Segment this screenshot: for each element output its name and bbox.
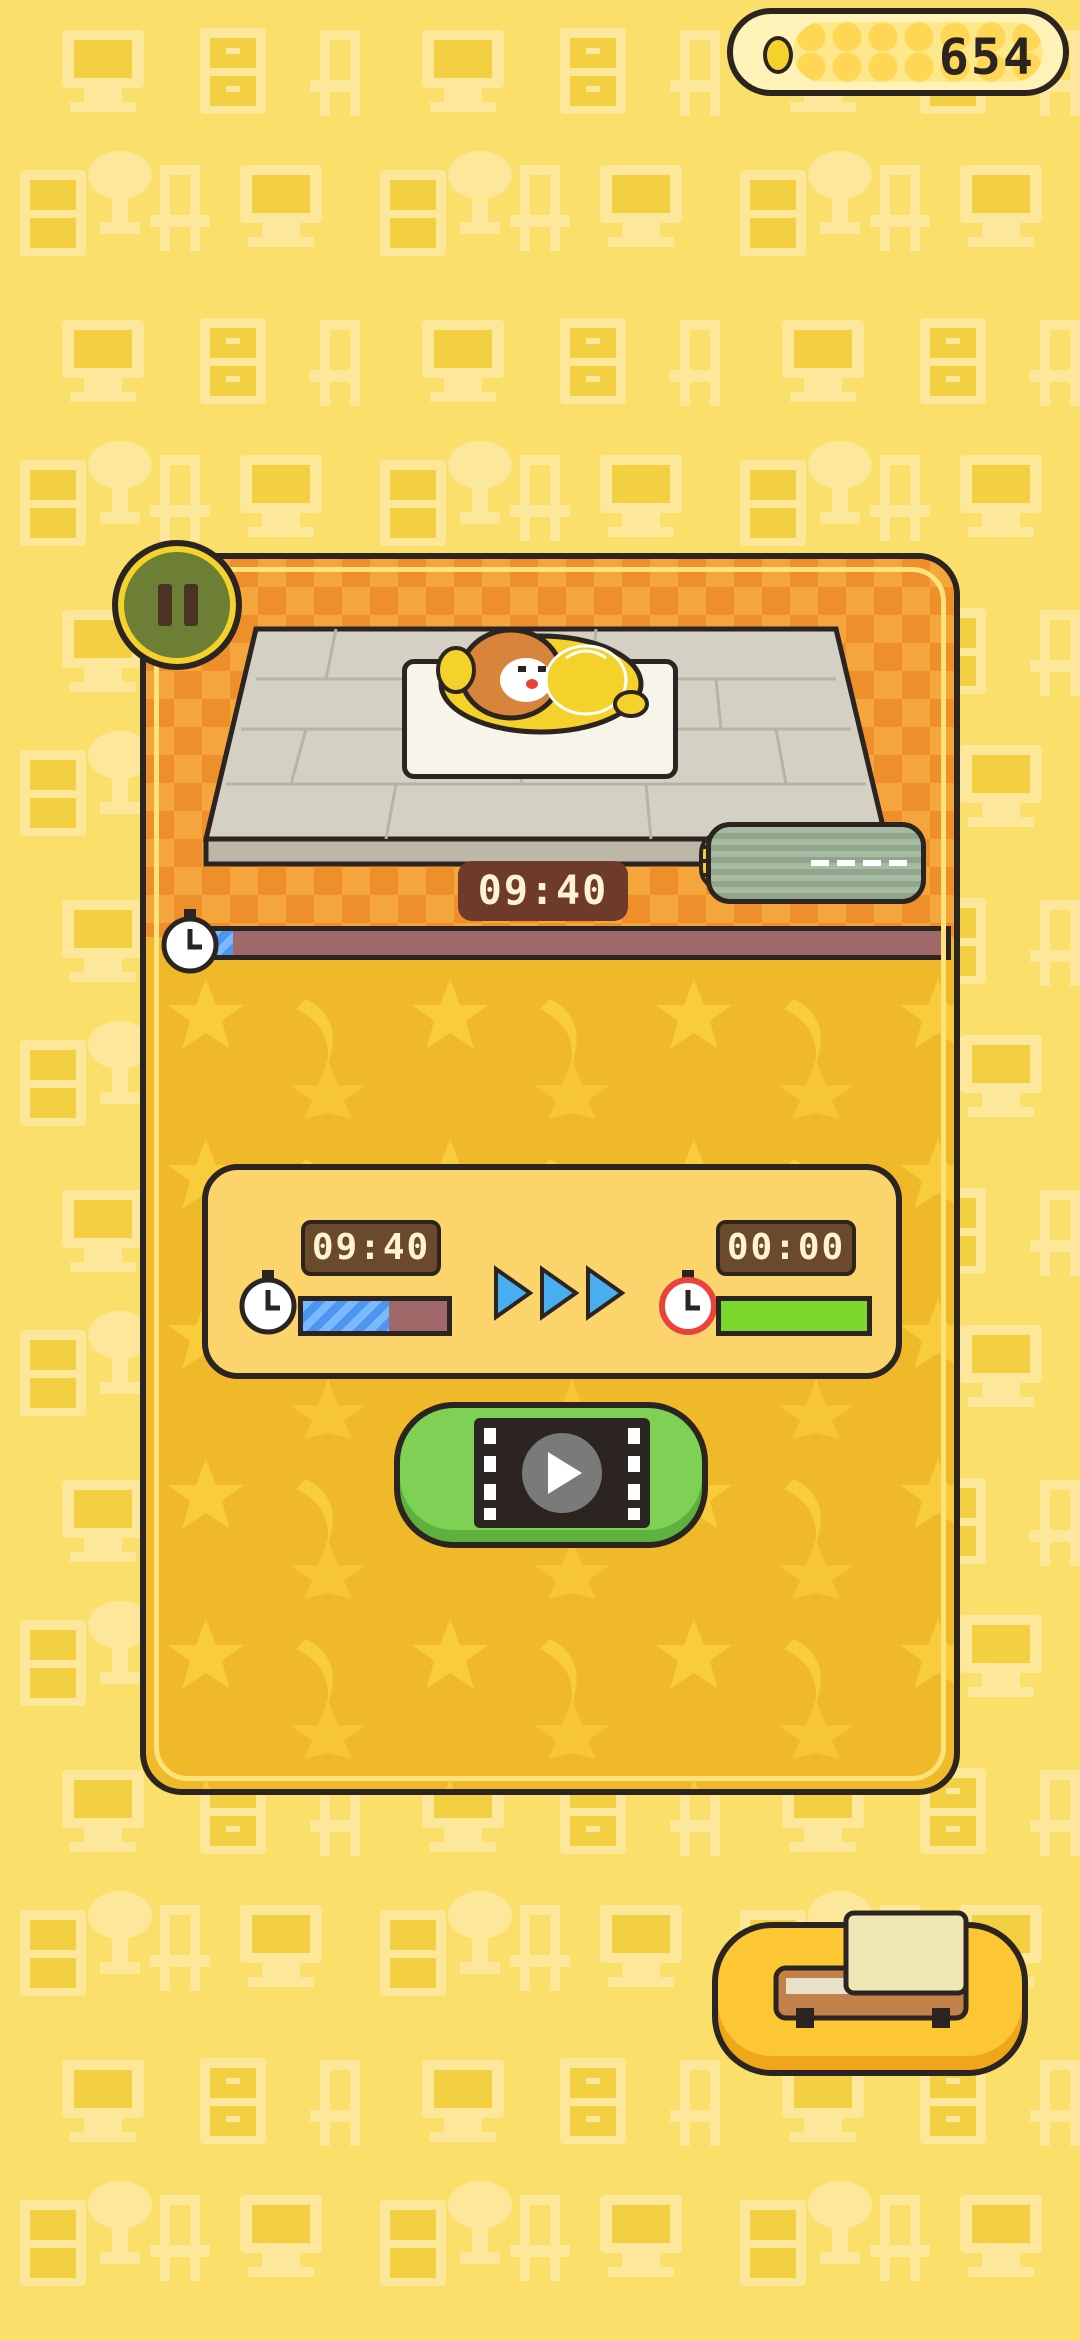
clock-icon: [239, 1270, 297, 1335]
pause-icon: [158, 584, 172, 626]
bed-button[interactable]: [712, 1910, 1028, 2076]
current-time-fill: [303, 1301, 390, 1331]
sleeping-hamster[interactable]: [426, 614, 656, 739]
pause-icon-bar: [184, 584, 198, 626]
scene-timer: 09:40: [458, 861, 628, 921]
pause-button[interactable]: [112, 540, 242, 670]
target-time-badge: 00:00: [716, 1220, 856, 1276]
current-time-badge: 09:40: [301, 1220, 441, 1276]
sleep-progress-bar: [206, 926, 951, 960]
triple-arrow-icon: [494, 1265, 626, 1321]
coin-icon: [763, 36, 793, 74]
bed-icon: [773, 1910, 969, 2028]
coin-counter[interactable]: 654: [727, 8, 1069, 96]
target-time-bar: [716, 1296, 872, 1336]
target-time-fill: [721, 1301, 867, 1331]
watch-video-button[interactable]: [394, 1402, 708, 1548]
timer-comparison-card: 09:40 00:00: [202, 1164, 902, 1379]
rolled-mat: [706, 822, 926, 904]
current-time-bar: [298, 1296, 452, 1336]
play-video-icon: [474, 1418, 650, 1528]
sleep-scene: 09:40: [146, 559, 954, 937]
alarm-clock-icon: [659, 1270, 717, 1335]
coin-count: 654: [938, 28, 1035, 86]
sleep-panel: 09:40 09:40 00:00: [140, 553, 960, 1795]
